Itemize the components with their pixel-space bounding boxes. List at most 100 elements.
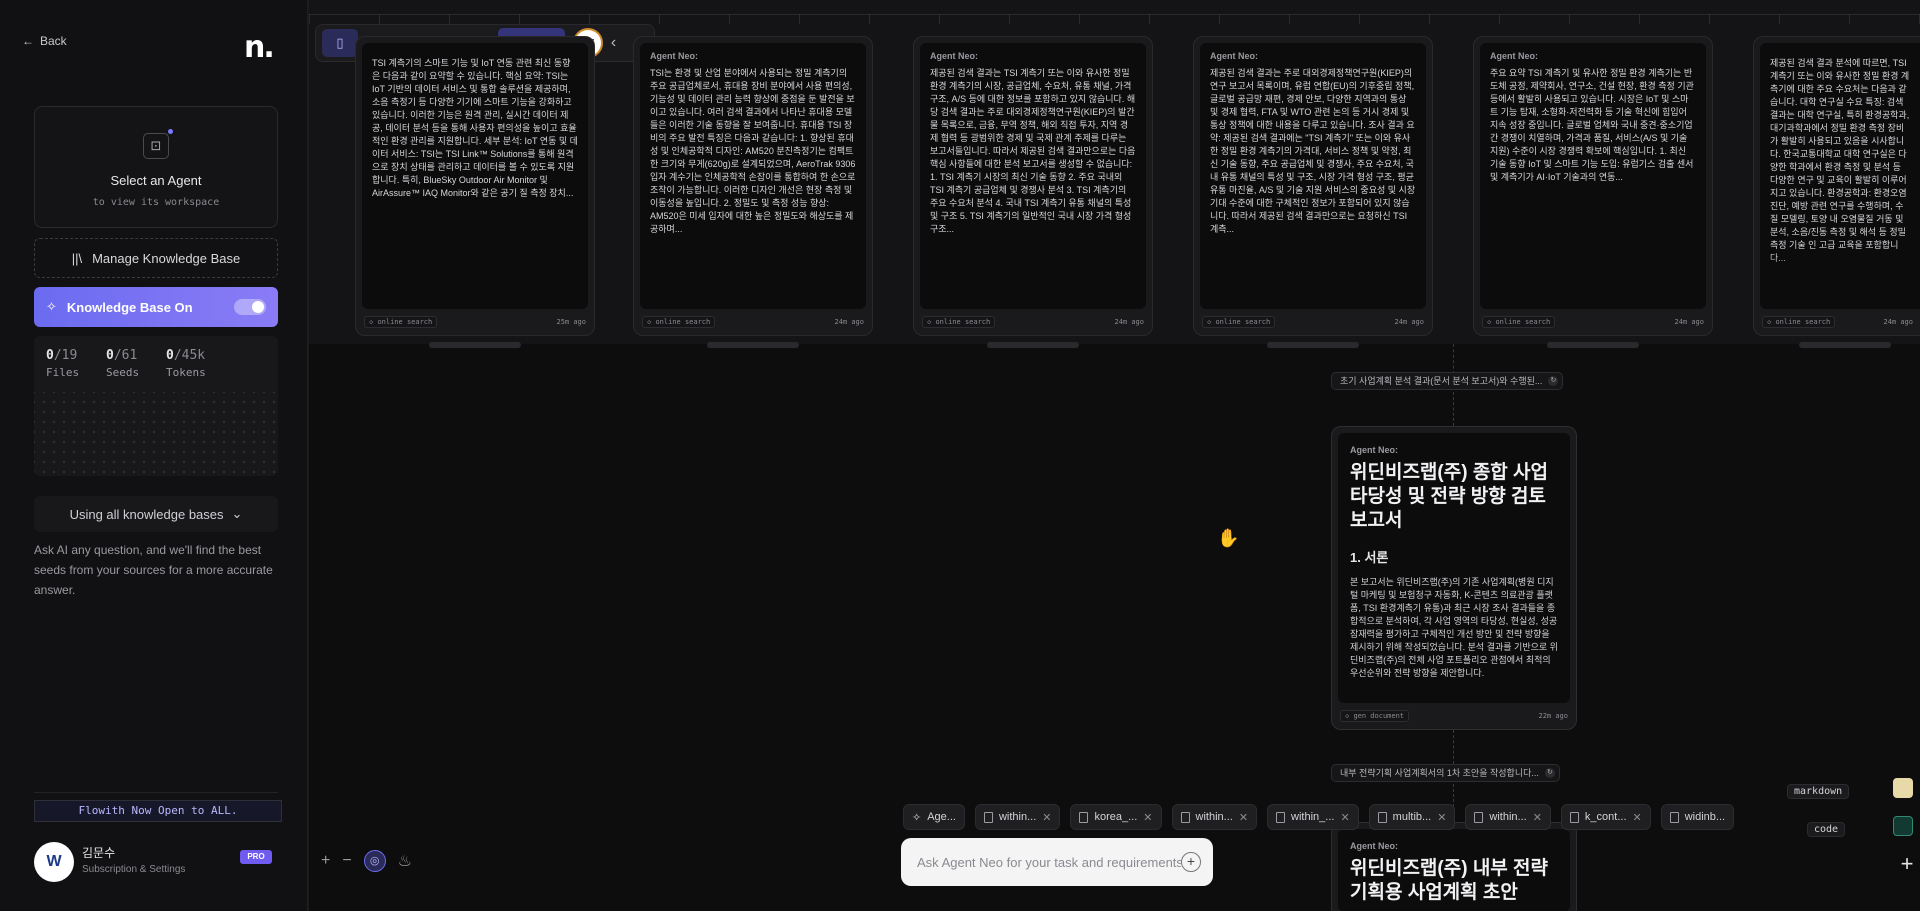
chip-label: within_... [1291, 811, 1335, 823]
response-card[interactable]: Agent Neo: 제공된 검색 결과는 주로 대외경제정책연구원(KIEP)의… [1193, 36, 1433, 336]
card-text: TSI 계측기의 스마트 기능 및 IoT 연동 관련 최신 동향은 다음과 같… [372, 58, 578, 198]
response-card[interactable]: Agent Neo: 주요 요약 TSI 계측기 및 유사한 정밀 환경 계측기는… [1473, 36, 1713, 336]
close-icon[interactable]: ✕ [1143, 811, 1152, 824]
chevron-left-icon[interactable]: ‹ [611, 34, 616, 52]
ask-hint-text: Ask AI any question, and we'll find the … [34, 543, 273, 597]
close-icon[interactable]: ✕ [1437, 811, 1446, 824]
file-icon [1669, 811, 1679, 823]
stat-value: 0 [166, 348, 174, 363]
tag-label: gen document [1353, 712, 1405, 720]
card-text: 제공된 검색 결과는 TSI 계측기 또는 이와 유사한 정밀 환경 계측기의 … [930, 68, 1136, 234]
card-handle[interactable] [707, 342, 799, 348]
tag-label: online search [377, 318, 433, 326]
add-attachment-button[interactable]: + [1181, 852, 1201, 872]
tag-label: online search [935, 318, 991, 326]
user-profile[interactable]: W 김문수 Subscription & Settings PRO [34, 842, 284, 882]
link-icon: ↻ [1544, 768, 1555, 778]
zoom-out-button[interactable]: − [342, 852, 351, 870]
context-chip[interactable]: within... ✕ [974, 804, 1061, 830]
agent-selector[interactable]: ⊡ Select an Agent to view its workspace [34, 106, 278, 228]
using-kb-label: Using all knowledge bases [69, 506, 224, 522]
card-tag: ◇ online search [642, 316, 716, 328]
compass-icon[interactable]: ◎ [363, 850, 386, 872]
file-icon [983, 811, 993, 823]
card-handle[interactable] [1267, 342, 1359, 348]
card-agent: Agent Neo: [1210, 51, 1258, 61]
zoom-in-button[interactable]: + [321, 852, 330, 870]
context-chip[interactable]: ✧ Age... [903, 804, 965, 830]
code-label: code [1807, 822, 1846, 837]
context-chip[interactable]: multib... ✕ [1368, 804, 1456, 830]
card-time: 24m ago [834, 318, 864, 326]
tag-label: online search [1775, 318, 1831, 326]
response-card[interactable]: 제공된 검색 결과 분석에 따르면, TSI 계측기 또는 이와 유사한 정밀 … [1753, 36, 1920, 336]
card-tag: ◇ online search [1202, 316, 1276, 328]
stat-total: /61 [113, 348, 138, 363]
card-agent: Agent Neo: [650, 51, 698, 61]
context-chip[interactable]: within... ✕ [1465, 804, 1551, 830]
context-chip[interactable]: within... ✕ [1171, 804, 1258, 830]
stat-value: 0 [46, 348, 54, 363]
link-label[interactable]: 초기 사업계획 분석 결과(문서 분석 보고서)와 수행된... ↻ [1331, 372, 1564, 390]
stat-value: 0 [106, 348, 114, 363]
sidebar-toggle-button[interactable]: ▯ [322, 29, 358, 57]
promo-banner[interactable]: Flowith Now Open to ALL. [34, 800, 282, 822]
report-heading: 1. 서론 [1350, 550, 1389, 565]
card-tag: ◇ online search [1762, 316, 1836, 328]
close-icon[interactable]: ✕ [1239, 811, 1248, 824]
toggle-switch[interactable] [234, 299, 266, 315]
card-handle[interactable] [1799, 342, 1891, 348]
divider [34, 792, 278, 793]
card-tag: ◇ online search [364, 316, 438, 328]
context-chip[interactable]: widinb... [1660, 804, 1735, 830]
response-card[interactable]: Agent Neo: 제공된 검색 결과는 TSI 계측기 또는 이와 유사한 정… [913, 36, 1153, 336]
chevron-down-icon: ⌄ [231, 506, 243, 521]
chip-label: widinb... [1684, 811, 1726, 823]
markdown-icon[interactable] [1893, 778, 1913, 798]
link-label[interactable]: 내부 전략기획 사업계획서의 1차 초안을 작성합니다... ↻ [1331, 764, 1560, 782]
close-icon[interactable]: ✕ [1042, 811, 1051, 824]
context-chip[interactable]: k_cont... ✕ [1560, 804, 1651, 830]
lightbulb-icon[interactable]: ♨ [398, 851, 412, 871]
card-tag: ◇ gen document [1340, 710, 1410, 722]
context-chip[interactable]: korea_... ✕ [1070, 804, 1162, 830]
context-chip[interactable]: within_... ✕ [1267, 804, 1359, 830]
pro-badge: PRO [240, 850, 272, 864]
card-text: 주요 요약 TSI 계측기 및 유사한 정밀 환경 계측기는 반도체 공정, 제… [1490, 68, 1694, 182]
ask-input[interactable] [917, 854, 1181, 870]
close-icon[interactable]: ✕ [1633, 811, 1642, 824]
avatar-letter: W [46, 853, 62, 870]
close-icon[interactable]: ✕ [1340, 811, 1349, 824]
report-title: 위딘비즈랩(주) 종합 사업 타당성 및 전략 방향 검토 보고서 [1350, 462, 1549, 531]
chip-label: within... [1489, 811, 1527, 823]
card-handle[interactable] [987, 342, 1079, 348]
kb-stats: 0/19 Files 0/61 Seeds 0/45k Tokens [34, 336, 278, 476]
connector-line [1453, 730, 1454, 764]
add-node-button[interactable]: + [1897, 853, 1917, 875]
response-card[interactable]: TSI 계측기의 스마트 기능 및 IoT 연동 관련 최신 동향은 다음과 같… [355, 36, 595, 336]
card-handle[interactable] [1547, 342, 1639, 348]
code-icon[interactable] [1893, 816, 1913, 836]
tag-label: online search [1215, 318, 1271, 326]
report-card[interactable]: Agent Neo: 위딘비즈랩(주) 내부 전략기획용 사업계획 초안 [1331, 822, 1577, 911]
card-handle[interactable] [429, 342, 521, 348]
card-time: 22m ago [1538, 712, 1568, 720]
knowledge-base-toggle[interactable]: ✧ Knowledge Base On [34, 287, 278, 327]
card-time: 24m ago [1394, 318, 1424, 326]
card-tag: ◇ online search [1482, 316, 1556, 328]
file-icon [1079, 811, 1089, 823]
arrow-left-icon: ← [22, 34, 34, 48]
close-icon[interactable]: ✕ [1533, 811, 1542, 824]
report-card[interactable]: Agent Neo: 위딘비즈랩(주) 종합 사업 타당성 및 전략 방향 검토… [1331, 426, 1577, 730]
back-button[interactable]: ← Back [22, 34, 67, 48]
canvas[interactable]: ▯ ▭ ⊞ ☰ Share W ‹ TSI 계측기의 스마트 기능 및 IoT … [308, 0, 1920, 911]
agent-subtitle: to view its workspace [92, 197, 220, 208]
manage-knowledge-base-button[interactable]: ||\ Manage Knowledge Base [34, 238, 278, 278]
panel-icon: ▯ [336, 35, 344, 50]
knowledge-base-dropdown[interactable]: Using all knowledge bases ⌄ [34, 496, 278, 532]
ruler-ticks [309, 14, 1920, 24]
card-time: 24m ago [1114, 318, 1144, 326]
stat-total: /19 [53, 348, 78, 363]
response-card[interactable]: Agent Neo: TSI는 환경 및 산업 분야에서 사용되는 정밀 계측기의… [633, 36, 873, 336]
file-icon [1276, 811, 1286, 823]
